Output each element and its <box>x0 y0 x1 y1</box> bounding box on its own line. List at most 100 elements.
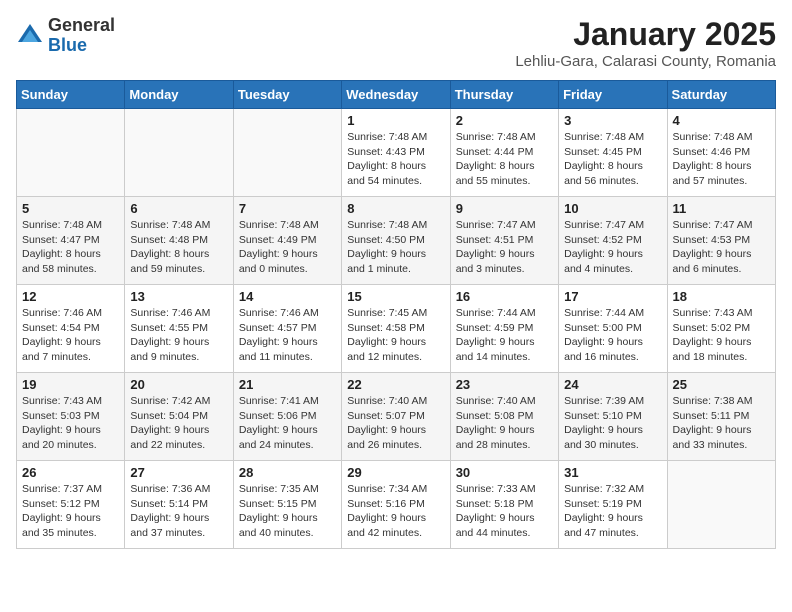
day-cell-13: 13 Sunrise: 7:46 AMSunset: 4:55 PMDayligh… <box>125 285 233 373</box>
day-info: Sunrise: 7:48 AMSunset: 4:50 PMDaylight:… <box>347 218 444 277</box>
logo-icon <box>16 22 44 50</box>
day-cell-4: 4 Sunrise: 7:48 AMSunset: 4:46 PMDaylight… <box>667 109 775 197</box>
day-cell-17: 17 Sunrise: 7:44 AMSunset: 5:00 PMDayligh… <box>559 285 667 373</box>
day-cell-23: 23Sunrise: 7:40 AMSunset: 5:08 PMDayligh… <box>450 373 558 461</box>
day-number: 31 <box>564 465 661 480</box>
day-number: 15 <box>347 289 444 304</box>
day-info: Sunrise: 7:48 AMSunset: 4:46 PMDaylight:… <box>673 130 770 189</box>
empty-cell <box>233 109 341 197</box>
day-number: 17 <box>564 289 661 304</box>
day-number: 7 <box>239 201 336 216</box>
day-number: 26 <box>22 465 119 480</box>
day-info: Sunrise: 7:48 AMSunset: 4:45 PMDaylight:… <box>564 130 661 189</box>
logo-general: General <box>48 16 115 36</box>
day-cell-16: 16Sunrise: 7:44 AMSunset: 4:59 PMDayligh… <box>450 285 558 373</box>
day-number: 14 <box>239 289 336 304</box>
day-info: Sunrise: 7:42 AMSunset: 5:04 PMDaylight:… <box>130 394 227 453</box>
day-info: Sunrise: 7:48 AMSunset: 4:49 PMDaylight:… <box>239 218 336 277</box>
day-cell-1: 1 Sunrise: 7:48 AMSunset: 4:43 PMDaylight… <box>342 109 450 197</box>
day-info: Sunrise: 7:48 AMSunset: 4:44 PMDaylight:… <box>456 130 553 189</box>
day-number: 21 <box>239 377 336 392</box>
day-number: 9 <box>456 201 553 216</box>
day-info: Sunrise: 7:43 AMSunset: 5:02 PMDaylight:… <box>673 306 770 365</box>
title-block: January 2025 Lehliu-Gara, Calarasi Count… <box>515 16 776 70</box>
day-info: Sunrise: 7:43 AMSunset: 5:03 PMDaylight:… <box>22 394 119 453</box>
day-info: Sunrise: 7:47 AMSunset: 4:53 PMDaylight:… <box>673 218 770 277</box>
empty-cell <box>125 109 233 197</box>
day-info: Sunrise: 7:37 AMSunset: 5:12 PMDaylight:… <box>22 482 119 541</box>
column-header-saturday: Saturday <box>667 81 775 109</box>
day-number: 20 <box>130 377 227 392</box>
day-cell-31: 31 Sunrise: 7:32 AMSunset: 5:19 PMDayligh… <box>559 461 667 549</box>
day-info: Sunrise: 7:48 AMSunset: 4:47 PMDaylight:… <box>22 218 119 277</box>
day-number: 28 <box>239 465 336 480</box>
day-info: Sunrise: 7:46 AMSunset: 4:57 PMDaylight:… <box>239 306 336 365</box>
day-number: 18 <box>673 289 770 304</box>
day-number: 25 <box>673 377 770 392</box>
week-row-3: 12Sunrise: 7:46 AMSunset: 4:54 PMDayligh… <box>17 285 776 373</box>
day-info: Sunrise: 7:47 AMSunset: 4:52 PMDaylight:… <box>564 218 661 277</box>
day-number: 22 <box>347 377 444 392</box>
logo: General Blue <box>16 16 115 56</box>
day-info: Sunrise: 7:40 AMSunset: 5:07 PMDaylight:… <box>347 394 444 453</box>
day-info: Sunrise: 7:46 AMSunset: 4:54 PMDaylight:… <box>22 306 119 365</box>
day-info: Sunrise: 7:45 AMSunset: 4:58 PMDaylight:… <box>347 306 444 365</box>
day-info: Sunrise: 7:41 AMSunset: 5:06 PMDaylight:… <box>239 394 336 453</box>
day-cell-18: 18 Sunrise: 7:43 AMSunset: 5:02 PMDayligh… <box>667 285 775 373</box>
column-header-monday: Monday <box>125 81 233 109</box>
day-number: 4 <box>673 113 770 128</box>
day-cell-24: 24 Sunrise: 7:39 AMSunset: 5:10 PMDayligh… <box>559 373 667 461</box>
day-info: Sunrise: 7:34 AMSunset: 5:16 PMDaylight:… <box>347 482 444 541</box>
day-number: 24 <box>564 377 661 392</box>
day-cell-14: 14 Sunrise: 7:46 AMSunset: 4:57 PMDayligh… <box>233 285 341 373</box>
day-cell-9: 9Sunrise: 7:47 AMSunset: 4:51 PMDaylight… <box>450 197 558 285</box>
day-cell-2: 2 Sunrise: 7:48 AMSunset: 4:44 PMDaylight… <box>450 109 558 197</box>
empty-cell <box>17 109 125 197</box>
day-cell-15: 15 Sunrise: 7:45 AMSunset: 4:58 PMDayligh… <box>342 285 450 373</box>
month-title: January 2025 <box>515 16 776 53</box>
day-cell-12: 12Sunrise: 7:46 AMSunset: 4:54 PMDayligh… <box>17 285 125 373</box>
day-number: 13 <box>130 289 227 304</box>
day-cell-26: 26 Sunrise: 7:37 AMSunset: 5:12 PMDayligh… <box>17 461 125 549</box>
day-cell-29: 29Sunrise: 7:34 AMSunset: 5:16 PMDayligh… <box>342 461 450 549</box>
logo-text: General Blue <box>48 16 115 56</box>
day-number: 11 <box>673 201 770 216</box>
day-number: 2 <box>456 113 553 128</box>
day-info: Sunrise: 7:44 AMSunset: 4:59 PMDaylight:… <box>456 306 553 365</box>
day-info: Sunrise: 7:32 AMSunset: 5:19 PMDaylight:… <box>564 482 661 541</box>
column-header-tuesday: Tuesday <box>233 81 341 109</box>
location: Lehliu-Gara, Calarasi County, Romania <box>515 53 776 70</box>
week-row-2: 5Sunrise: 7:48 AMSunset: 4:47 PMDaylight… <box>17 197 776 285</box>
day-cell-6: 6Sunrise: 7:48 AMSunset: 4:48 PMDaylight… <box>125 197 233 285</box>
day-number: 23 <box>456 377 553 392</box>
calendar-table: SundayMondayTuesdayWednesdayThursdayFrid… <box>16 80 776 549</box>
column-header-sunday: Sunday <box>17 81 125 109</box>
day-info: Sunrise: 7:35 AMSunset: 5:15 PMDaylight:… <box>239 482 336 541</box>
day-cell-21: 21 Sunrise: 7:41 AMSunset: 5:06 PMDayligh… <box>233 373 341 461</box>
day-info: Sunrise: 7:44 AMSunset: 5:00 PMDaylight:… <box>564 306 661 365</box>
column-header-thursday: Thursday <box>450 81 558 109</box>
week-row-5: 26 Sunrise: 7:37 AMSunset: 5:12 PMDayligh… <box>17 461 776 549</box>
day-info: Sunrise: 7:33 AMSunset: 5:18 PMDaylight:… <box>456 482 553 541</box>
day-cell-10: 10Sunrise: 7:47 AMSunset: 4:52 PMDayligh… <box>559 197 667 285</box>
day-number: 1 <box>347 113 444 128</box>
day-info: Sunrise: 7:46 AMSunset: 4:55 PMDaylight:… <box>130 306 227 365</box>
day-number: 6 <box>130 201 227 216</box>
day-number: 19 <box>22 377 119 392</box>
day-info: Sunrise: 7:48 AMSunset: 4:43 PMDaylight:… <box>347 130 444 189</box>
day-info: Sunrise: 7:36 AMSunset: 5:14 PMDaylight:… <box>130 482 227 541</box>
day-cell-19: 19 Sunrise: 7:43 AMSunset: 5:03 PMDayligh… <box>17 373 125 461</box>
column-header-wednesday: Wednesday <box>342 81 450 109</box>
logo-blue: Blue <box>48 36 115 56</box>
day-cell-25: 25Sunrise: 7:38 AMSunset: 5:11 PMDayligh… <box>667 373 775 461</box>
column-header-friday: Friday <box>559 81 667 109</box>
day-cell-27: 27Sunrise: 7:36 AMSunset: 5:14 PMDayligh… <box>125 461 233 549</box>
week-row-1: 1 Sunrise: 7:48 AMSunset: 4:43 PMDaylight… <box>17 109 776 197</box>
day-cell-30: 30Sunrise: 7:33 AMSunset: 5:18 PMDayligh… <box>450 461 558 549</box>
empty-cell <box>667 461 775 549</box>
day-number: 3 <box>564 113 661 128</box>
day-cell-8: 8 Sunrise: 7:48 AMSunset: 4:50 PMDaylight… <box>342 197 450 285</box>
day-number: 8 <box>347 201 444 216</box>
day-cell-20: 20 Sunrise: 7:42 AMSunset: 5:04 PMDayligh… <box>125 373 233 461</box>
day-info: Sunrise: 7:39 AMSunset: 5:10 PMDaylight:… <box>564 394 661 453</box>
